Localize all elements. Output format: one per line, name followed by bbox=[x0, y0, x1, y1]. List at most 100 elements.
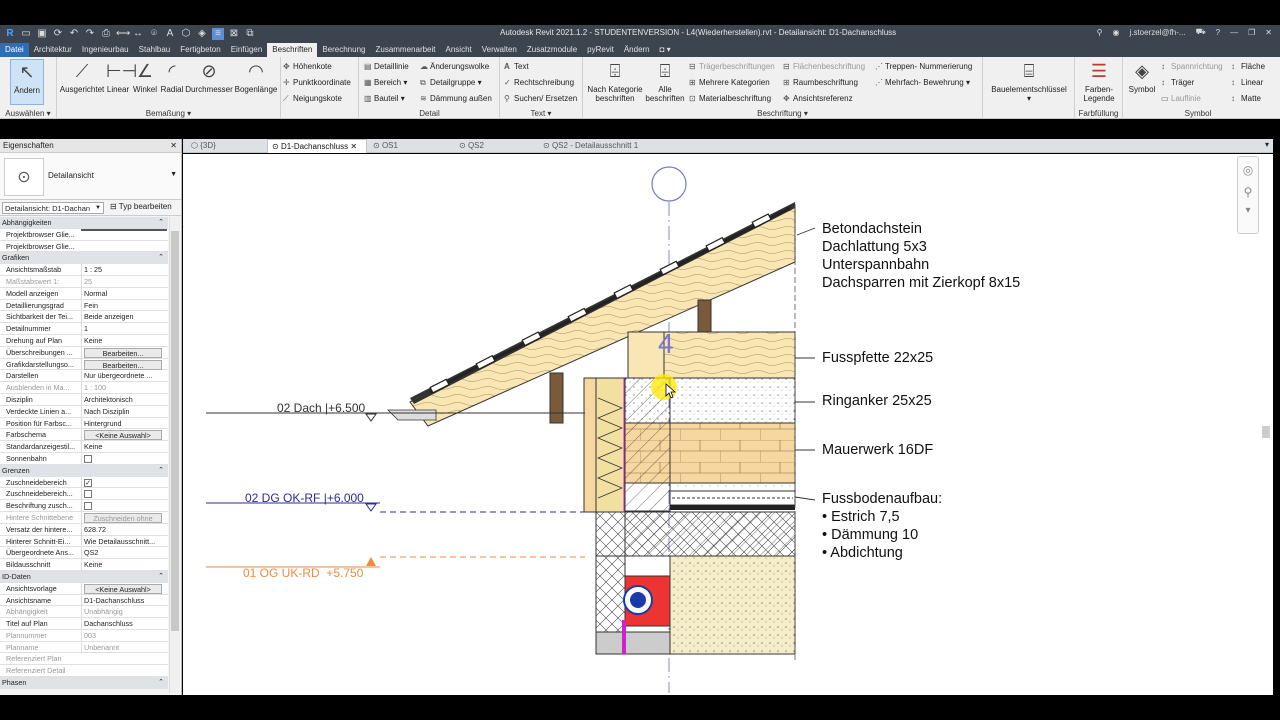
user-icon[interactable]: ◉ bbox=[1112, 28, 1119, 37]
property-button[interactable]: Bearbeiten... bbox=[84, 359, 162, 370]
property-value[interactable]: 003 bbox=[81, 629, 167, 642]
tab-qs2[interactable]: ⊙ QS2 bbox=[455, 139, 539, 153]
tab-architektur[interactable]: Architektur bbox=[29, 43, 77, 57]
text-icon[interactable]: A bbox=[164, 28, 176, 40]
switch-windows-icon[interactable]: ⧉ bbox=[244, 28, 256, 40]
tab-3d[interactable]: ⬡ {3D} bbox=[187, 139, 267, 153]
property-value[interactable] bbox=[81, 228, 167, 231]
tab-datei[interactable]: Datei bbox=[0, 43, 29, 57]
zoom-icon[interactable]: ⚲ bbox=[1238, 185, 1258, 199]
property-row[interactable]: Position für Farbsc... Hintergrund bbox=[0, 417, 168, 430]
user-name[interactable]: j.stoerzel@fh-... bbox=[1129, 28, 1185, 37]
edit-type-button[interactable]: ⊟ Typ bearbeiten bbox=[110, 202, 172, 211]
tab-beschriften[interactable]: Beschriften bbox=[267, 43, 318, 57]
property-row[interactable]: Abhängigkeit Unabhängig bbox=[0, 606, 168, 619]
minimize-icon[interactable]: — bbox=[1230, 28, 1238, 37]
keynote-button[interactable]: ⌸ Bauelementschlüssel ▾ bbox=[989, 59, 1069, 103]
restore-icon[interactable]: ❐ bbox=[1248, 28, 1255, 37]
chevron-down-icon[interactable]: ▼ bbox=[170, 171, 177, 178]
tag-by-category-button[interactable]: ⌹ Nach Kategorie beschriften bbox=[585, 59, 645, 103]
print-icon[interactable]: ⎙ bbox=[100, 28, 112, 40]
property-row[interactable]: Referenziert Detail bbox=[0, 665, 168, 678]
property-button[interactable]: Zuschneiden ohne bbox=[84, 512, 162, 523]
property-value[interactable]: Hintergrund bbox=[81, 417, 167, 430]
property-value[interactable]: Keine bbox=[81, 559, 167, 571]
detail-group-button[interactable]: ⧉ Detailgruppe ▾ bbox=[420, 78, 482, 88]
property-value[interactable]: 1 bbox=[81, 323, 167, 335]
property-value[interactable]: 1 : 100 bbox=[81, 382, 167, 394]
insulation-button[interactable]: ≋ Dämmung außen bbox=[420, 94, 492, 103]
level-label-dg[interactable]: 02 DG OK-RF |+6.000 bbox=[245, 489, 364, 507]
property-value[interactable]: ✓ bbox=[81, 476, 167, 489]
detail-line-button[interactable]: ▤ Detaillinie bbox=[364, 62, 409, 71]
property-row[interactable]: Detaillierungsgrad Fein bbox=[0, 299, 168, 312]
property-checkbox[interactable] bbox=[84, 502, 92, 511]
nav-menu-icon[interactable]: ▾ bbox=[1238, 205, 1258, 216]
multi-rebar-button[interactable]: ⋰ Mehrfach- Bewehrung ▾ bbox=[875, 78, 970, 87]
level-label-og[interactable]: 01 OG UK-RD +5.750 bbox=[243, 564, 363, 582]
help-icon[interactable]: ? bbox=[1216, 28, 1220, 37]
tab-zusatzmodule[interactable]: Zusatzmodule bbox=[522, 43, 582, 57]
property-value[interactable]: Dachanschluss bbox=[81, 618, 167, 630]
view-reference-button[interactable]: ✥ Ansichtsreferenz bbox=[783, 94, 853, 103]
property-row[interactable]: Sonnenbahn bbox=[0, 452, 168, 467]
multi-category-button[interactable]: ⊞ Mehrere Kategorien bbox=[689, 78, 770, 87]
tab-pyrevit[interactable]: pyRevit bbox=[582, 43, 619, 57]
cart-icon[interactable]: ⛟ bbox=[1196, 27, 1206, 37]
masonry-annotation[interactable]: Mauerwerk 16DF bbox=[822, 441, 933, 459]
binoculars-icon[interactable]: ⚲ bbox=[1097, 28, 1103, 37]
save-icon[interactable]: ▣ bbox=[36, 28, 48, 40]
property-value[interactable]: Keine bbox=[81, 334, 167, 347]
property-row[interactable]: Titel auf Plan Dachanschluss bbox=[0, 618, 168, 630]
modify-button[interactable]: ↖ Ändern bbox=[10, 59, 44, 105]
close-hidden-icon[interactable]: ⊠ bbox=[228, 28, 240, 40]
type-selector[interactable]: ⊙ Detailansicht ▼ bbox=[0, 153, 181, 200]
steering-wheel-icon[interactable]: ◎ bbox=[1238, 163, 1258, 177]
property-value[interactable]: QS2 bbox=[81, 547, 167, 560]
measure-icon[interactable]: ⟷ bbox=[116, 28, 130, 40]
property-value[interactable]: Keine bbox=[81, 441, 167, 453]
revit-logo-icon[interactable]: R bbox=[4, 28, 16, 40]
property-section[interactable]: Phasen ⌃ bbox=[0, 677, 168, 689]
purlin-annotation[interactable]: Fusspfette 22x25 bbox=[822, 349, 933, 367]
property-value[interactable]: Nur übergeordnete ... bbox=[81, 370, 167, 383]
property-row[interactable]: Darstellen Nur übergeordnete ... bbox=[0, 370, 168, 383]
fabric-button[interactable]: ↕ Matte bbox=[1231, 94, 1261, 103]
canvas-scrollbar[interactable] bbox=[1260, 154, 1273, 695]
close-tab-icon[interactable]: ✕ bbox=[350, 142, 357, 151]
property-row[interactable]: Verdeckte Linien a... Nach Disziplin bbox=[0, 405, 168, 418]
span-direction-button[interactable]: ↕ Spannrichtung bbox=[1161, 62, 1223, 71]
undo-icon[interactable]: ↶ bbox=[68, 28, 80, 40]
tab-qs2-detail[interactable]: ⊙ QS2 - Detailausschnitt 1 bbox=[539, 139, 679, 153]
property-row[interactable]: Hintere Schnittebene Zuschneiden ohne bbox=[0, 511, 168, 525]
property-row[interactable]: Maßstabswert 1: 25 bbox=[0, 275, 168, 288]
component-button[interactable]: ▥ Bauteil ▾ bbox=[364, 94, 405, 103]
property-row[interactable]: Projektbrowser Glie... bbox=[0, 240, 168, 253]
find-replace-button[interactable]: ⚲ Suchen/ Ersetzen bbox=[504, 94, 577, 103]
collapse-icon[interactable]: ⌃ bbox=[158, 217, 164, 229]
ringbeam-annotation[interactable]: Ringanker 25x25 bbox=[822, 392, 932, 410]
tab-ansicht[interactable]: Ansicht bbox=[441, 43, 477, 57]
property-row[interactable]: Disziplin Architektonisch bbox=[0, 393, 168, 406]
property-row[interactable]: Grafikdarstellungso... Bearbeiten... bbox=[0, 358, 168, 372]
linear-dim-button[interactable]: ⊢⊣ Linear bbox=[105, 59, 137, 94]
property-row[interactable]: Drehung auf Plan Keine bbox=[0, 334, 168, 347]
tab-d1-dachanschluss[interactable]: ⊙ D1-Dachanschluss ✕ bbox=[267, 139, 367, 153]
spot-slope-button[interactable]: ⟋ Neigungskote bbox=[283, 94, 342, 104]
properties-scrollbar[interactable] bbox=[169, 217, 180, 693]
tab-zusammenarbeit[interactable]: Zusammenarbeit bbox=[370, 43, 440, 57]
text-button[interactable]: A Text bbox=[504, 62, 529, 71]
material-tag-button[interactable]: ⊡ Materialbeschriftung bbox=[689, 94, 771, 103]
property-value[interactable]: Beide anzeigen bbox=[81, 311, 167, 324]
property-value[interactable]: 628.72 bbox=[81, 523, 167, 536]
spelling-button[interactable]: ✓ Rechtschreibung bbox=[504, 78, 574, 87]
tab-fertigbeton[interactable]: Fertigbeton bbox=[175, 43, 225, 57]
close-properties-icon[interactable]: ✕ bbox=[170, 139, 177, 153]
property-row[interactable]: Detailnummer 1 bbox=[0, 323, 168, 335]
area-tag-button[interactable]: ⊟ Flächenbeschriftung bbox=[783, 62, 865, 71]
grid-label[interactable]: 4 bbox=[658, 329, 674, 359]
diameter-dim-button[interactable]: ⊘ Durchmesser bbox=[185, 59, 233, 94]
property-row[interactable]: Hinterer Schnitt-Ei... Wie Detailausschni… bbox=[0, 535, 168, 548]
drawing-canvas[interactable]: 4 Betondachstein Dachlattung 5x3 Untersp… bbox=[183, 154, 1273, 695]
tab-ingenieurbau[interactable]: Ingenieurbau bbox=[77, 43, 134, 57]
